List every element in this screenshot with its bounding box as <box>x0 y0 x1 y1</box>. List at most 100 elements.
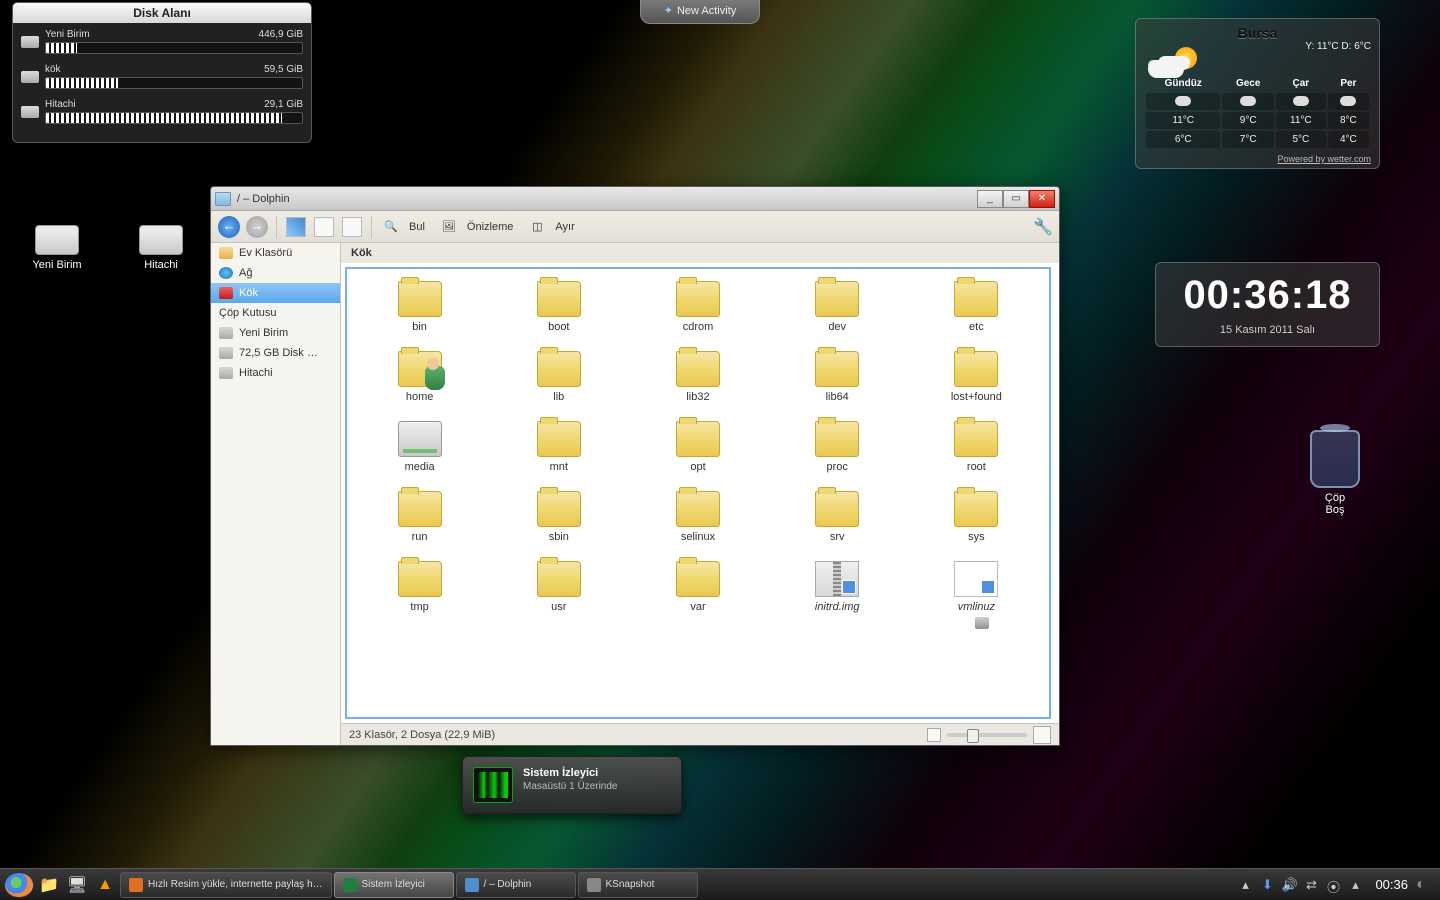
tray-download-icon[interactable]: ⬇ <box>1259 877 1275 893</box>
taskbar-task[interactable]: KSnapshot <box>578 872 698 898</box>
file-item[interactable]: lost+found <box>910 351 1043 403</box>
file-item[interactable]: boot <box>492 281 625 333</box>
sidebar-item[interactable]: Yeni Birim <box>211 323 340 343</box>
file-item[interactable]: lib64 <box>771 351 904 403</box>
disk-size: 29,1 GiB <box>264 99 303 110</box>
sidebar-item[interactable]: Ağ <box>211 263 340 283</box>
weather-lo: 6°C <box>1146 131 1220 148</box>
sidebar-item[interactable]: Ev Klasörü <box>211 243 340 263</box>
tray-volume-icon[interactable]: 🔊 <box>1281 877 1297 893</box>
desktop-drive-icon[interactable]: Yeni Birim <box>22 225 92 271</box>
tray-network-icon[interactable]: ⇄ <box>1303 877 1319 893</box>
tray-expand-icon[interactable]: ▴ <box>1237 877 1253 893</box>
file-item[interactable]: tmp <box>353 561 486 613</box>
file-name: run <box>353 531 486 543</box>
close-button[interactable]: ✕ <box>1029 190 1055 208</box>
column-view-button[interactable] <box>340 215 364 239</box>
taskbar-clock[interactable]: 00:36 <box>1369 877 1414 892</box>
sidebar-item-label: Hitachi <box>239 367 273 379</box>
detail-view-button[interactable] <box>312 215 336 239</box>
file-item[interactable]: initrd.img <box>771 561 904 613</box>
weather-forecast-table: GündüzGeceÇarPer 11°C9°C11°C8°C 6°C7°C5°… <box>1144 74 1371 150</box>
disk-row[interactable]: kök59,5 GiB <box>21 64 303 89</box>
trash-icon[interactable]: Çöp Boş <box>1300 430 1370 516</box>
file-name: vmlinuz <box>910 601 1043 613</box>
file-item[interactable]: home <box>353 351 486 403</box>
file-name: srv <box>771 531 904 543</box>
statusbar: 23 Klasör, 2 Dosya (22,9 MiB) <box>341 723 1059 745</box>
launcher-desktop[interactable]: 🖥 <box>64 872 90 898</box>
sidebar-item[interactable]: Kök <box>211 283 340 303</box>
desktop-drive-icon[interactable]: Hitachi <box>126 225 196 271</box>
zoom-slider[interactable] <box>947 733 1027 737</box>
maximize-button[interactable]: ▭ <box>1003 190 1029 208</box>
find-icon[interactable]: 🔍 <box>379 215 403 239</box>
taskbar-task[interactable]: Hızlı Resim yükle, internette paylaş h… <box>120 872 332 898</box>
disk-usage-bar <box>45 77 303 89</box>
file-item[interactable]: proc <box>771 421 904 473</box>
new-activity-button[interactable]: New Activity <box>640 0 760 24</box>
tray-moon-icon[interactable]: ◐ <box>1416 876 1436 894</box>
tray-wifi-icon[interactable]: ⦿ <box>1325 877 1341 893</box>
file-item[interactable]: mnt <box>492 421 625 473</box>
file-item[interactable]: vmlinuz <box>910 561 1043 613</box>
file-name: boot <box>492 321 625 333</box>
file-item[interactable]: lib32 <box>631 351 764 403</box>
file-item[interactable]: usr <box>492 561 625 613</box>
file-name: sys <box>910 531 1043 543</box>
sidebar-item-label: Yeni Birim <box>239 327 288 339</box>
file-item[interactable]: var <box>631 561 764 613</box>
file-item[interactable]: sbin <box>492 491 625 543</box>
zoom-control[interactable] <box>927 726 1051 744</box>
split-icon[interactable]: ◫ <box>525 215 549 239</box>
file-item[interactable]: etc <box>910 281 1043 333</box>
back-button[interactable]: ← <box>217 215 241 239</box>
sidebar-item[interactable]: Hitachi <box>211 363 340 383</box>
settings-icon[interactable]: 🔧 <box>1033 217 1053 237</box>
preview-icon[interactable]: 🖼 <box>437 215 461 239</box>
minimize-button[interactable]: _ <box>977 190 1003 208</box>
file-item[interactable]: dev <box>771 281 904 333</box>
folder-icon <box>398 281 442 317</box>
file-item[interactable]: media <box>353 421 486 473</box>
find-label[interactable]: Bul <box>409 221 425 233</box>
tray-more-icon[interactable]: ▴ <box>1347 877 1363 893</box>
split-label[interactable]: Ayır <box>555 221 574 233</box>
sidebar-item[interactable]: Çöp Kutusu <box>211 303 340 323</box>
file-name: tmp <box>353 601 486 613</box>
file-item[interactable]: selinux <box>631 491 764 543</box>
folder-icon <box>815 491 859 527</box>
taskbar-task[interactable]: / – Dolphin <box>456 872 576 898</box>
file-item[interactable]: run <box>353 491 486 543</box>
start-button[interactable] <box>4 872 34 898</box>
file-icon-view[interactable]: bin boot cdrom dev etc home lib lib32 <box>345 267 1051 719</box>
file-item[interactable]: sys <box>910 491 1043 543</box>
file-item[interactable]: root <box>910 421 1043 473</box>
file-name: bin <box>353 321 486 333</box>
breadcrumb[interactable]: Kök <box>341 243 1059 263</box>
file-item[interactable]: lib <box>492 351 625 403</box>
launcher-files[interactable]: 📁 <box>36 872 62 898</box>
zoom-large-icon[interactable] <box>1033 726 1051 744</box>
disk-row[interactable]: Yeni Birim446,9 GiB <box>21 29 303 54</box>
disk-name: Yeni Birim <box>45 29 90 40</box>
file-item[interactable]: opt <box>631 421 764 473</box>
sidebar-item[interactable]: 72,5 GB Disk … <box>211 343 340 363</box>
archive-icon <box>815 561 859 597</box>
forward-button[interactable]: → <box>245 215 269 239</box>
preview-label[interactable]: Önizleme <box>467 221 513 233</box>
disk-row[interactable]: Hitachi29,1 GiB <box>21 99 303 124</box>
weather-day: Per <box>1328 76 1369 91</box>
titlebar[interactable]: / – Dolphin _ ▭ ✕ <box>211 187 1059 211</box>
file-item[interactable]: cdrom <box>631 281 764 333</box>
file-icon <box>954 561 998 597</box>
icon-view-button[interactable] <box>284 215 308 239</box>
weather-powered-by[interactable]: Powered by wetter.com <box>1144 154 1371 164</box>
file-item[interactable]: bin <box>353 281 486 333</box>
sidebar-item-icon <box>219 327 233 339</box>
file-item[interactable]: srv <box>771 491 904 543</box>
folder-icon <box>815 421 859 457</box>
launcher-vlc[interactable]: ▲ <box>92 872 118 898</box>
taskbar-task[interactable]: Sistem İzleyici <box>334 872 454 898</box>
zoom-small-icon[interactable] <box>927 728 941 742</box>
